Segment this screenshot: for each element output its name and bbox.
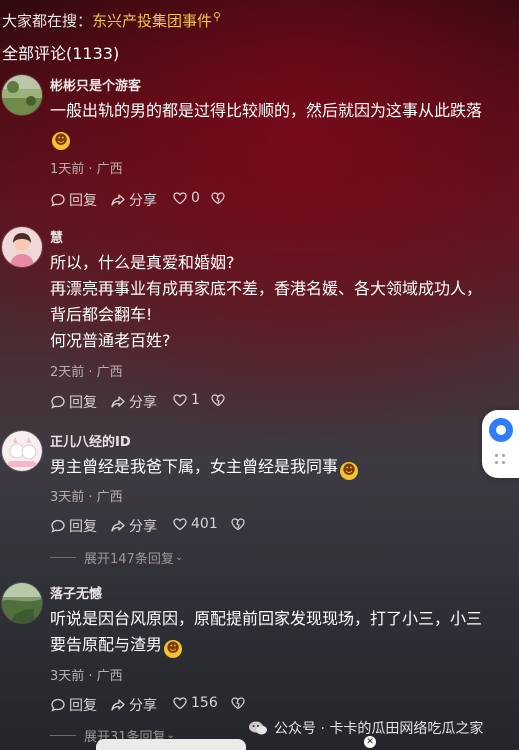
broken-heart-icon	[230, 695, 246, 711]
heart-icon	[172, 695, 188, 711]
reply-button[interactable]: 回复	[50, 695, 97, 715]
comment-line: 要告原配与渣男	[50, 635, 163, 654]
like-button[interactable]: 1	[172, 392, 200, 408]
avatar[interactable]	[1, 582, 43, 624]
share-button[interactable]: 分享	[110, 695, 157, 715]
comment-line: 听说是因台风原因，原配提前回家发现现场，打了小三，小三	[50, 609, 483, 628]
divider	[50, 557, 76, 558]
comment-line: 背后都会翻车!	[50, 305, 153, 324]
comment-meta: 2天前 · 广西	[50, 365, 123, 380]
laughing-emoji-icon: ☻	[164, 640, 183, 658]
reply-bubble-icon	[50, 697, 66, 713]
reply-bubble-icon	[50, 192, 66, 208]
broken-heart-icon	[210, 392, 226, 408]
heart-icon	[172, 392, 188, 408]
floating-side-widget[interactable]	[482, 410, 519, 478]
heart-icon	[172, 190, 188, 206]
avatar[interactable]	[1, 226, 43, 268]
bottom-sheet-handle[interactable]	[96, 739, 246, 750]
comment-meta: 3天前 · 广西	[50, 669, 123, 684]
share-arrow-icon	[110, 394, 126, 410]
dislike-button[interactable]	[210, 190, 226, 206]
comment-text: 听说是因台风原因，原配提前回家发现现场，打了小三，小三 要告原配与渣男 ☻	[50, 606, 510, 658]
share-button[interactable]: 分享	[110, 516, 157, 536]
floating-action-icon[interactable]	[489, 418, 513, 442]
comment-meta: 3天前 · 广西	[50, 490, 123, 505]
drag-handle-icon[interactable]	[495, 454, 507, 466]
watermark: 公众号 · 卡卡的瓜田网络吃瓜之家	[248, 718, 483, 738]
comment-line: 男主曾经是我爸下属，女主曾经是我同事	[50, 457, 339, 476]
share-arrow-icon	[110, 697, 126, 713]
share-label: 分享	[129, 395, 157, 411]
search-suggestion-term[interactable]: 东兴产投集团事件	[92, 12, 212, 30]
like-count: 156	[191, 695, 218, 711]
wechat-icon	[248, 720, 268, 736]
expand-replies-button[interactable]: 展开147条回复 ⌄	[50, 548, 183, 567]
reply-label: 回复	[69, 395, 97, 411]
close-icon[interactable]: ✕	[364, 736, 376, 748]
divider	[50, 735, 76, 736]
share-arrow-icon	[110, 518, 126, 534]
reply-bubble-icon	[50, 518, 66, 534]
share-label: 分享	[129, 193, 157, 209]
comment-item: 慧 所以，什么是真爱和婚姻? 再漂亮再事业有成再家底不差，香港名媛、各大领域成功…	[0, 226, 519, 416]
share-button[interactable]: 分享	[110, 190, 157, 210]
broken-heart-icon	[210, 190, 226, 206]
laughing-emoji-icon: ☻	[340, 462, 359, 480]
comment-line: 所以，什么是真爱和婚姻?	[50, 253, 235, 272]
comment-text: 一般出轨的男的都是过得比较顺的，然后就因为这事从此跌落 ☻	[50, 98, 510, 150]
comment-text: 男主曾经是我爸下属，女主曾经是我同事 ☻	[50, 454, 510, 480]
like-button[interactable]: 0	[172, 190, 200, 206]
laughing-emoji-icon: ☻	[52, 132, 70, 150]
reply-bubble-icon	[50, 394, 66, 410]
comment-line: 何况普通老百姓?	[50, 331, 171, 350]
expand-replies-label: 展开147条回复	[84, 552, 174, 567]
comment-username[interactable]: 慧	[50, 227, 63, 246]
share-label: 分享	[129, 519, 157, 535]
dislike-button[interactable]	[210, 392, 226, 408]
search-suggestion-prefix: 大家都在搜：	[2, 12, 93, 30]
search-suggestion-bar[interactable]: 大家都在搜：东兴产投集团事件⚲	[2, 10, 221, 31]
avatar[interactable]	[1, 430, 43, 472]
watermark-text: 公众号 · 卡卡的瓜田网络吃瓜之家	[274, 721, 484, 737]
broken-heart-icon	[230, 516, 246, 532]
heart-icon	[172, 516, 188, 532]
like-count: 1	[191, 392, 200, 408]
comment-meta: 1天前 · 广西	[50, 162, 123, 177]
share-label: 分享	[129, 698, 157, 714]
comment-text: 所以，什么是真爱和婚姻? 再漂亮再事业有成再家底不差，香港名媛、各大领域成功人，…	[50, 250, 510, 354]
reply-button[interactable]: 回复	[50, 392, 97, 412]
reply-button[interactable]: 回复	[50, 190, 97, 210]
reply-label: 回复	[69, 519, 97, 535]
share-button[interactable]: 分享	[110, 392, 157, 412]
reply-label: 回复	[69, 193, 97, 209]
chevron-down-icon: ⌄	[174, 552, 184, 563]
reply-label: 回复	[69, 698, 97, 714]
comment-username[interactable]: 彬彬只是个游客	[50, 75, 141, 94]
comment-line: 一般出轨的男的都是过得比较顺的，然后就因为这事从此跌落	[50, 101, 483, 120]
avatar[interactable]	[1, 74, 43, 116]
comments-count-header: 全部评论(1133)	[2, 44, 120, 63]
like-button[interactable]: 156	[172, 695, 218, 711]
reply-button[interactable]: 回复	[50, 516, 97, 536]
comment-username[interactable]: 正儿八经的ID	[50, 431, 131, 450]
like-button[interactable]: 401	[172, 516, 218, 532]
comment-username[interactable]: 落子无憾	[50, 583, 102, 602]
share-arrow-icon	[110, 192, 126, 208]
comment-line: 再漂亮再事业有成再家底不差，香港名媛、各大领域成功人，	[50, 279, 483, 298]
comment-item: 彬彬只是个游客 一般出轨的男的都是过得比较顺的，然后就因为这事从此跌落 ☻ 1天…	[0, 74, 519, 214]
search-icon[interactable]: ⚲	[213, 10, 221, 23]
comment-item: 正儿八经的ID 男主曾经是我爸下属，女主曾经是我同事 ☻ 3天前 · 广西 回复 …	[0, 430, 519, 570]
like-count: 401	[191, 516, 218, 532]
dislike-button[interactable]	[230, 695, 246, 711]
dislike-button[interactable]	[230, 516, 246, 532]
like-count: 0	[191, 190, 200, 206]
